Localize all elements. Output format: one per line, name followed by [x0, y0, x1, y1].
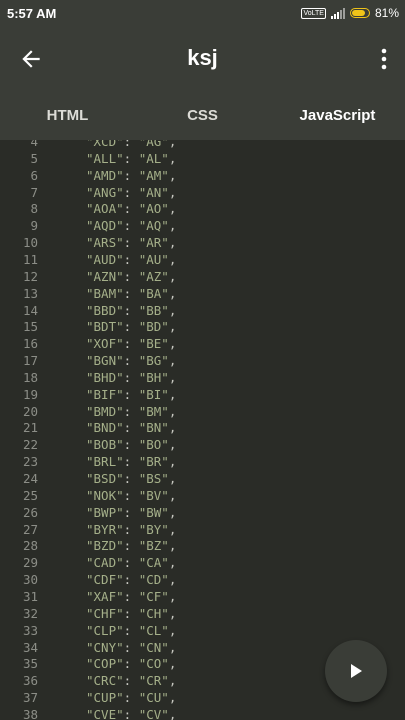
- code-text: "BSD": "BS",: [86, 471, 177, 486]
- line-number: 28: [22, 538, 38, 554]
- tab-javascript[interactable]: JavaScript: [270, 90, 405, 144]
- code-text: "CVE": "CV",: [86, 706, 177, 720]
- app-bar: ksj: [0, 28, 405, 90]
- code-text: "BYR": "BY",: [86, 521, 177, 537]
- code-text: "XCD": "AG",: [86, 140, 177, 149]
- code-text: "AOA": "AO",: [86, 201, 177, 217]
- line-number: 7: [30, 184, 38, 200]
- signal-icon: [330, 7, 345, 19]
- code-text: "CUP": "CU",: [86, 690, 177, 706]
- code-text: "XAF": "CF",: [86, 588, 177, 604]
- line-number: 22: [22, 437, 38, 453]
- line-number: 9: [30, 218, 38, 234]
- line-number: 29: [22, 555, 38, 571]
- line-number: 20: [22, 403, 38, 419]
- status-bar: 5:57 AM VoLTE 81%: [0, 0, 405, 28]
- line-number: 31: [22, 588, 38, 604]
- tab-bar: HTML CSS JavaScript: [0, 90, 405, 144]
- line-number: 34: [22, 639, 38, 655]
- code-text: "CAD": "CA",: [86, 555, 177, 571]
- line-number: 14: [22, 302, 38, 318]
- code-text: "BZD": "BZ",: [86, 538, 177, 554]
- code-text: "BMD": "BM",: [86, 403, 177, 419]
- line-number: 4: [30, 140, 38, 149]
- line-number: 6: [30, 167, 38, 183]
- line-number: 37: [22, 690, 38, 706]
- code-text: "ANG": "AN",: [86, 184, 177, 200]
- code-text: "AMD": "AM",: [86, 167, 177, 183]
- line-number: 21: [22, 420, 38, 436]
- code-text: "CHF": "CH",: [86, 605, 177, 621]
- more-options-icon[interactable]: [379, 48, 389, 70]
- line-number: 11: [22, 251, 38, 267]
- code-text: "XOF": "BE",: [86, 336, 177, 352]
- status-icons: VoLTE 81%: [301, 6, 399, 20]
- line-number: 12: [22, 268, 38, 284]
- line-number: 33: [22, 622, 38, 638]
- play-icon: [351, 664, 362, 678]
- code-text: "AZN": "AZ",: [86, 268, 177, 284]
- battery-level: 81%: [374, 6, 399, 20]
- code-text: "ALL": "AL",: [86, 150, 177, 166]
- tab-css[interactable]: CSS: [135, 90, 270, 140]
- code-text: "AQD": "AQ",: [86, 218, 177, 234]
- line-number: 23: [22, 454, 38, 470]
- line-number: 27: [22, 521, 38, 537]
- code-text: "BWP": "BW",: [86, 504, 177, 520]
- line-number: 18: [22, 369, 38, 385]
- code-editor[interactable]: 4 "XCD": "AG", 5 "ALL": "AL", 6 "AMD": "AM", 7…: [0, 140, 405, 720]
- line-number: 24: [22, 471, 38, 486]
- code-text: "BDT": "BD",: [86, 319, 177, 335]
- code-text: "BHD": "BH",: [86, 369, 177, 385]
- line-number: 17: [22, 353, 38, 369]
- code-text: "NOK": "BV",: [86, 487, 177, 503]
- code-text: "BOB": "BO",: [86, 437, 177, 453]
- line-number: 36: [22, 673, 38, 689]
- line-number: 30: [22, 572, 38, 588]
- code-text: "COP": "CO",: [86, 656, 177, 672]
- code-text: "CNY": "CN",: [86, 639, 177, 655]
- code-text: "BND": "BN",: [86, 420, 177, 436]
- line-number: 13: [22, 285, 38, 301]
- volte-icon: VoLTE: [301, 7, 326, 19]
- line-number: 38: [22, 706, 38, 720]
- line-number: 10: [22, 235, 38, 251]
- line-number: 15: [22, 319, 38, 335]
- line-number: 16: [22, 336, 38, 352]
- code-text: "CRC": "CR",: [86, 673, 177, 689]
- tab-html[interactable]: HTML: [0, 90, 135, 140]
- line-number: 32: [22, 605, 38, 621]
- run-button[interactable]: [325, 640, 387, 702]
- line-number: 35: [22, 656, 38, 672]
- code-text: "CDF": "CD",: [86, 572, 177, 588]
- code-text: "BIF": "BI",: [86, 386, 177, 402]
- line-number: 19: [22, 386, 38, 402]
- code-text: "CLP": "CL",: [86, 622, 177, 638]
- line-number: 5: [30, 150, 38, 166]
- code-text: "BAM": "BA",: [86, 285, 177, 301]
- page-title: ksj: [187, 45, 218, 70]
- code-text: "BBD": "BB",: [86, 302, 177, 318]
- line-number: 26: [22, 504, 38, 520]
- line-number: 25: [22, 487, 38, 503]
- code-text: "AUD": "AU",: [86, 251, 177, 267]
- line-number: 8: [30, 201, 38, 217]
- status-time: 5:57 AM: [7, 6, 57, 21]
- battery-icon: [349, 8, 370, 18]
- code-text: "BRL": "BR",: [86, 454, 177, 470]
- code-text: "ARS": "AR",: [86, 235, 177, 251]
- code-text: "BGN": "BG",: [86, 353, 177, 369]
